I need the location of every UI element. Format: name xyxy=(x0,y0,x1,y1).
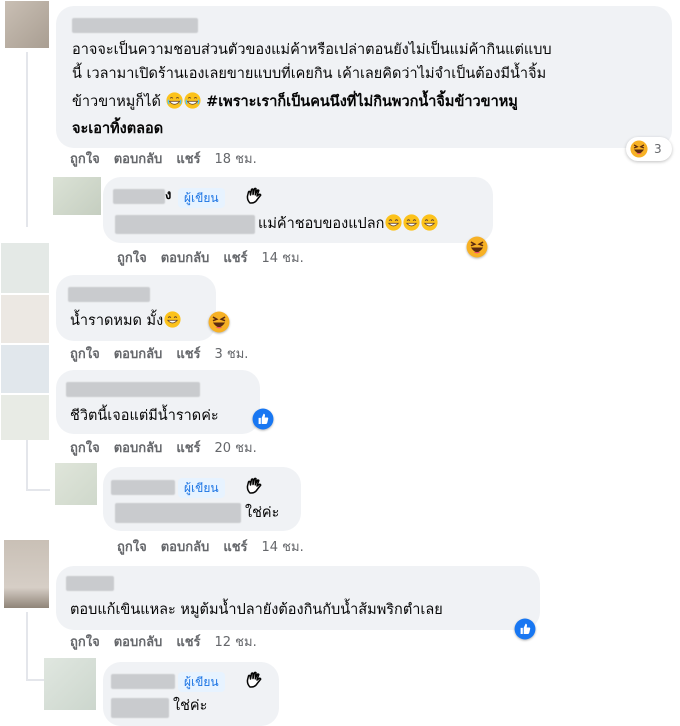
thread-line xyxy=(26,52,28,227)
avatar[interactable] xyxy=(53,177,101,215)
avatar[interactable] xyxy=(4,540,49,608)
comment-actions: ถูกใจ ตอบกลับ แชร์ 18 ชม. xyxy=(70,151,257,169)
comment-text: น้ำราดหมด มั้ง xyxy=(70,310,181,332)
wave-hand-icon xyxy=(244,670,264,690)
haha-reaction-icon[interactable] xyxy=(208,311,230,333)
commenter-name[interactable] xyxy=(111,480,175,495)
comment-line-3: ข้าวขาหมูก็ได้ #เพราะเราก็เป็นคนนึงที่ไม… xyxy=(72,92,518,110)
reaction-count-text: 3 xyxy=(654,142,662,156)
grinning-emoji xyxy=(403,214,420,231)
haha-reaction-icon xyxy=(630,140,648,158)
author-badge: ผู้เขียน xyxy=(178,478,225,498)
wave-hand-icon xyxy=(244,476,264,496)
reply-action[interactable]: ตอบกลับ xyxy=(114,152,163,167)
comment-actions: ถูกใจ ตอบกลับ แชร์ 3 ชม. xyxy=(70,346,248,364)
reply-text: ใช่ค่ะ xyxy=(173,698,208,714)
grinning-emoji xyxy=(385,214,402,231)
reply-action[interactable]: ตอบกลับ xyxy=(114,635,163,650)
like-action[interactable]: ถูกใจ xyxy=(70,347,100,362)
share-action[interactable]: แชร์ xyxy=(176,347,200,362)
comment-text: ตอบแก้เขินแหละ หมูต้มน้ำปลายังต้องกินกับ… xyxy=(70,602,443,618)
commenter-name[interactable] xyxy=(66,576,114,591)
mention-name[interactable] xyxy=(111,698,169,718)
mention-name[interactable] xyxy=(115,215,255,234)
mention-name[interactable] xyxy=(115,503,241,523)
reply-bubble: ง ผู้เขียน แม่ค้าชอบของแปลก xyxy=(103,177,493,243)
reply-actions: ถูกใจ ตอบกลับ แชร์ 14 ชม. xyxy=(117,250,304,268)
timestamp[interactable]: 20 ชม. xyxy=(215,441,257,456)
reply-actions: ถูกใจ ตอบกลับ แชร์ 14 ชม. xyxy=(117,539,304,557)
timestamp[interactable]: 12 ชม. xyxy=(215,635,257,650)
reply-action[interactable]: ตอบกลับ xyxy=(161,251,210,266)
comment-bubble: ชีวิตนี้เจอแต่มีน้ำราดค่ะ xyxy=(56,370,260,434)
like-reaction-icon[interactable] xyxy=(514,618,536,640)
timestamp[interactable]: 14 ชม. xyxy=(262,251,304,266)
reply-bubble: ผู้เขียน ใช่ค่ะ xyxy=(103,467,301,531)
reply-text: ใช่ค่ะ xyxy=(245,505,280,521)
avatar[interactable] xyxy=(1,345,49,393)
comment-actions: ถูกใจ ตอบกลับ แชร์ 12 ชม. xyxy=(70,634,257,652)
like-action[interactable]: ถูกใจ xyxy=(117,251,147,266)
reply-text: แม่ค้าชอบของแปลก xyxy=(258,213,438,235)
avatar[interactable] xyxy=(5,1,49,48)
commenter-name[interactable] xyxy=(113,189,165,204)
reply-action[interactable]: ตอบกลับ xyxy=(161,540,210,555)
commenter-name[interactable] xyxy=(66,382,200,397)
comment-line: นี้ เวลามาเปิดร้านเองเลยขายแบบที่เคยกิน … xyxy=(72,66,547,82)
comment-bubble: น้ำราดหมด มั้ง xyxy=(56,275,216,341)
hashtag-continuation[interactable]: จะเอาทิ้งตลอด xyxy=(72,118,163,140)
like-action[interactable]: ถูกใจ xyxy=(70,152,100,167)
commenter-name[interactable] xyxy=(68,287,150,302)
like-action[interactable]: ถูกใจ xyxy=(117,540,147,555)
thread-line xyxy=(26,612,28,680)
avatar[interactable] xyxy=(55,463,97,505)
comment-bubble: อาจจะเป็นความชอบส่วนตัวของแม่ค้าหรือเปล่… xyxy=(56,6,672,148)
wave-hand-icon xyxy=(244,186,264,206)
haha-reaction-icon[interactable] xyxy=(466,236,488,258)
reply-bubble: ผู้เขียน ใช่ค่ะ xyxy=(103,662,279,726)
laughing-emoji xyxy=(166,92,183,109)
avatar[interactable] xyxy=(1,295,49,343)
avatar[interactable] xyxy=(44,658,96,710)
like-action[interactable]: ถูกใจ xyxy=(70,441,100,456)
reaction-count[interactable]: 3 xyxy=(626,137,672,161)
share-action[interactable]: แชร์ xyxy=(176,152,200,167)
thread-line xyxy=(26,440,28,490)
hashtag-link[interactable]: #เพราะเราก็เป็นคนนึงที่ไม่กินพวกน้ำจิ้มข… xyxy=(206,94,518,110)
share-action[interactable]: แชร์ xyxy=(176,635,200,650)
reply-action[interactable]: ตอบกลับ xyxy=(114,347,163,362)
comment-actions: ถูกใจ ตอบกลับ แชร์ 20 ชม. xyxy=(70,440,257,458)
timestamp[interactable]: 18 ชม. xyxy=(215,152,257,167)
avatar[interactable] xyxy=(1,243,49,293)
avatar[interactable] xyxy=(1,395,49,440)
commenter-name-suffix[interactable]: ง xyxy=(165,185,171,207)
laughing-emoji xyxy=(184,92,201,109)
commenter-name[interactable] xyxy=(111,674,175,689)
share-action[interactable]: แชร์ xyxy=(176,441,200,456)
comment-line: อาจจะเป็นความชอบส่วนตัวของแม่ค้าหรือเปล่… xyxy=(72,42,552,58)
like-reaction-icon[interactable] xyxy=(252,408,274,430)
author-badge: ผู้เขียน xyxy=(178,672,225,692)
comment-bubble: ตอบแก้เขินแหละ หมูต้มน้ำปลายังต้องกินกับ… xyxy=(56,566,540,630)
timestamp[interactable]: 14 ชม. xyxy=(262,540,304,555)
author-badge: ผู้เขียน xyxy=(178,188,225,208)
timestamp[interactable]: 3 ชม. xyxy=(215,347,249,362)
commenter-name[interactable] xyxy=(72,18,198,33)
reply-action[interactable]: ตอบกลับ xyxy=(114,441,163,456)
grinning-emoji xyxy=(421,214,438,231)
thread-connector xyxy=(26,489,50,491)
comment-text: ชีวิตนี้เจอแต่มีน้ำราดค่ะ xyxy=(70,408,219,424)
like-action[interactable]: ถูกใจ xyxy=(70,635,100,650)
share-action[interactable]: แชร์ xyxy=(223,540,247,555)
share-action[interactable]: แชร์ xyxy=(223,251,247,266)
grinning-emoji xyxy=(164,311,181,328)
